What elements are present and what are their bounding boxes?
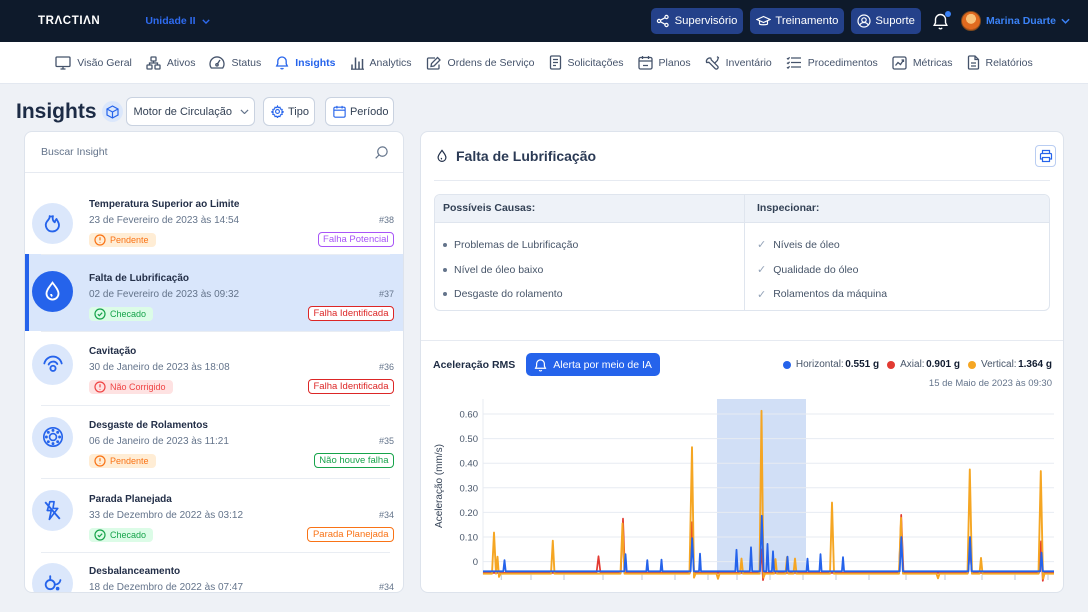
svg-text:0.30: 0.30 (460, 483, 479, 494)
svg-text:0.60: 0.60 (460, 410, 479, 421)
svg-text:0.10: 0.10 (460, 533, 479, 544)
svg-text:Aceleração (mm/s): Aceleração (mm/s) (434, 444, 445, 528)
svg-text:0.20: 0.20 (460, 508, 479, 519)
svg-text:0.40: 0.40 (460, 459, 479, 470)
svg-text:0: 0 (473, 557, 478, 568)
svg-text:0.50: 0.50 (460, 434, 479, 445)
